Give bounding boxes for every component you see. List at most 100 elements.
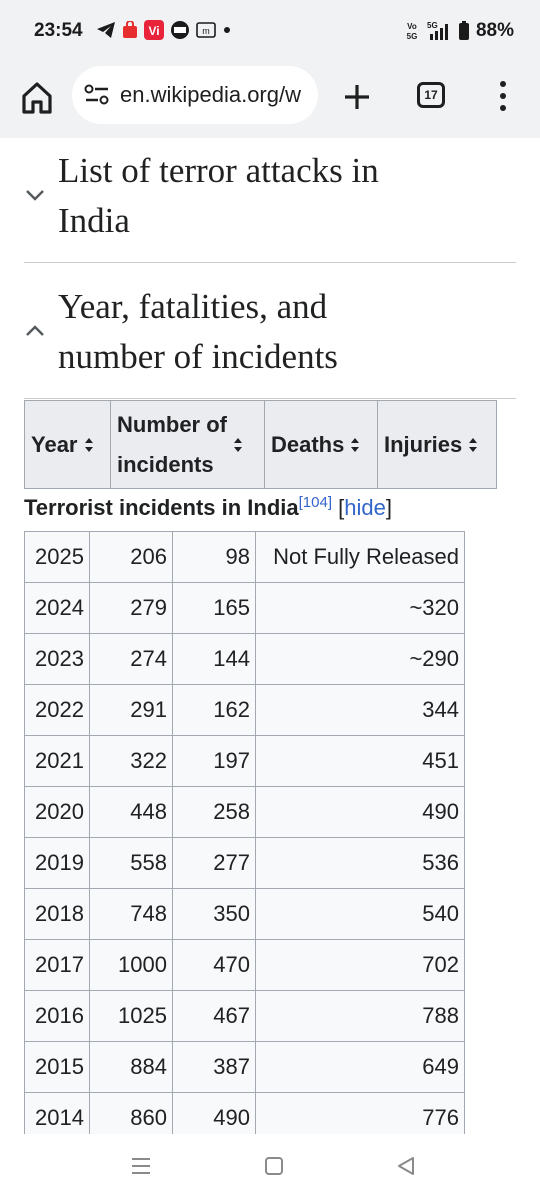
cell-year: 2019 (24, 837, 90, 889)
svg-text:5G: 5G (407, 32, 418, 41)
cell-incidents: 274 (89, 633, 173, 685)
table-row: 2018 748 350 540 (24, 888, 465, 940)
table-row: 2021 322 197 451 (24, 735, 465, 787)
status-time: 23:54 (34, 20, 83, 41)
chevron-up-icon[interactable] (24, 324, 46, 338)
cell-injuries: 649 (255, 1041, 465, 1093)
section-divider (24, 262, 516, 263)
section-terror-attacks-list[interactable]: List of terror attacks in India (24, 146, 516, 256)
chevron-down-icon[interactable] (24, 188, 46, 202)
site-settings-icon[interactable] (84, 84, 110, 106)
cell-incidents: 860 (89, 1092, 173, 1134)
citation-link[interactable]: [104] (299, 494, 332, 511)
sort-icon[interactable] (84, 437, 94, 453)
cell-deaths: 387 (172, 1041, 256, 1093)
svg-text:m: m (202, 26, 210, 36)
cell-deaths: 162 (172, 684, 256, 736)
more-options-icon[interactable] (496, 79, 510, 113)
cell-deaths: 98 (172, 531, 256, 583)
table-row: 2016 1025 467 788 (24, 990, 465, 1042)
cell-year: 2015 (24, 1041, 90, 1093)
section-heading[interactable]: Year, fatalities, and number of incident… (58, 282, 338, 382)
browser-toolbar: en.wikipedia.org/w 17 (0, 62, 540, 138)
table-row: 2020 448 258 490 (24, 786, 465, 838)
status-system-icons: Vo 5G 5G 88% (404, 20, 514, 42)
system-nav-bar (0, 1134, 540, 1200)
recents-icon[interactable] (130, 1156, 152, 1176)
cell-incidents: 1025 (89, 990, 173, 1042)
status-bar: 23:54 Vi m Vo 5G 5G 88% (0, 0, 540, 62)
cell-year: 2025 (24, 531, 90, 583)
status-notification-icons: Vi m (96, 20, 232, 40)
cell-incidents: 748 (89, 888, 173, 940)
table-row: 2019 558 277 536 (24, 837, 465, 889)
svg-text:5G: 5G (427, 21, 438, 30)
cell-injuries: 540 (255, 888, 465, 940)
cell-injuries: 702 (255, 939, 465, 991)
cell-injuries: 451 (255, 735, 465, 787)
cell-deaths: 197 (172, 735, 256, 787)
section-divider (24, 398, 516, 399)
new-tab-icon[interactable] (340, 80, 374, 114)
cell-deaths: 350 (172, 888, 256, 940)
cell-deaths: 470 (172, 939, 256, 991)
cell-injuries: 788 (255, 990, 465, 1042)
svg-text:Vo: Vo (407, 22, 417, 31)
cell-year: 2017 (24, 939, 90, 991)
cell-incidents: 558 (89, 837, 173, 889)
url-text[interactable]: en.wikipedia.org/w (120, 82, 301, 108)
cell-injuries: 490 (255, 786, 465, 838)
cell-incidents: 1000 (89, 939, 173, 991)
cell-year: 2016 (24, 990, 90, 1042)
cell-incidents: 279 (89, 582, 173, 634)
m-app-icon: m (196, 22, 216, 38)
cell-year: 2014 (24, 1092, 90, 1134)
column-header-year[interactable]: Year (24, 400, 111, 489)
sort-icon[interactable] (350, 437, 360, 453)
table-header: Year Number of incidents Deaths Injuries (24, 400, 497, 489)
cell-year: 2020 (24, 786, 90, 838)
home-icon[interactable] (20, 80, 54, 116)
back-icon[interactable] (396, 1156, 416, 1176)
section-heading[interactable]: List of terror attacks in India (58, 146, 379, 246)
section-year-fatalities[interactable]: Year, fatalities, and number of incident… (24, 282, 516, 392)
cell-year: 2022 (24, 684, 90, 736)
hide-link[interactable]: hide (344, 495, 386, 520)
cell-incidents: 322 (89, 735, 173, 787)
column-header-deaths[interactable]: Deaths (264, 400, 378, 489)
table-row: 2022 291 162 344 (24, 684, 465, 736)
signal-icon: 5G (427, 21, 448, 40)
cell-year: 2018 (24, 888, 90, 940)
battery-icon (458, 21, 469, 40)
volte-5g-icon: Vo5G (407, 22, 418, 41)
cell-deaths: 165 (172, 582, 256, 634)
page-content: List of terror attacks in India Year, fa… (0, 138, 540, 1134)
cell-deaths: 490 (172, 1092, 256, 1134)
sort-icon[interactable] (233, 437, 243, 453)
cell-injuries: Not Fully Released (255, 531, 465, 583)
cell-injuries: ~290 (255, 633, 465, 685)
sort-icon[interactable] (468, 437, 478, 453)
cell-injuries: ~320 (255, 582, 465, 634)
cell-year: 2021 (24, 735, 90, 787)
table-row: 2024 279 165 ~320 (24, 582, 465, 634)
tab-switcher-button[interactable]: 17 (417, 82, 445, 108)
cell-incidents: 206 (89, 531, 173, 583)
cell-year: 2023 (24, 633, 90, 685)
column-header-incidents[interactable]: Number of incidents (110, 400, 265, 489)
column-header-injuries[interactable]: Injuries (377, 400, 497, 489)
table-row: 2025 206 98 Not Fully Released (24, 531, 465, 583)
cell-incidents: 884 (89, 1041, 173, 1093)
table-row: 2015 884 387 649 (24, 1041, 465, 1093)
news-app-icon (171, 21, 189, 39)
cell-deaths: 144 (172, 633, 256, 685)
shopping-bag-icon (123, 21, 137, 38)
notification-dot-icon (224, 27, 230, 33)
cell-injuries: 536 (255, 837, 465, 889)
address-bar[interactable]: en.wikipedia.org/w (72, 66, 318, 124)
table-row: 2023 274 144 ~290 (24, 633, 465, 685)
svg-text:Vi: Vi (148, 24, 159, 38)
cell-deaths: 277 (172, 837, 256, 889)
cell-deaths: 258 (172, 786, 256, 838)
home-nav-icon[interactable] (264, 1156, 284, 1176)
